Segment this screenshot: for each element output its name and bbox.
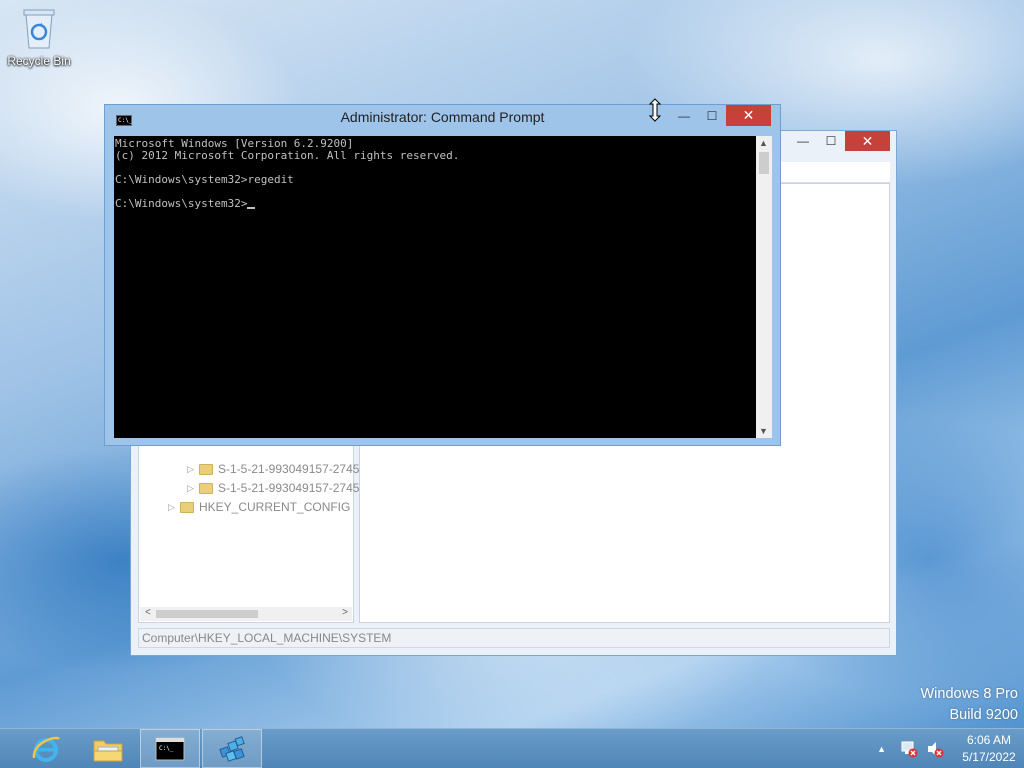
system-tray: ▲ 6:06 AM 5/17/2022 (877, 729, 1024, 768)
expand-arrow-icon[interactable]: ▷ (187, 464, 199, 475)
folder-icon (93, 740, 123, 761)
taskbar-clock[interactable]: 6:06 AM 5/17/2022 (954, 732, 1024, 766)
console-line: C:\Windows\system32>regedit (115, 173, 294, 186)
command-prompt-icon: C:\_ (155, 737, 185, 760)
internet-explorer-icon (32, 736, 60, 762)
registry-editor-icon (219, 735, 245, 762)
taskbar: C:\_ ▲ 6:06 AM 5/17/2022 (0, 728, 1024, 768)
console-vertical-scrollbar[interactable]: ▲ ▼ (756, 136, 772, 438)
network-disconnected-icon[interactable] (900, 740, 918, 758)
tree-item[interactable]: ▷ S-1-5-21-993049157-2745 (187, 462, 359, 476)
watermark-edition: Windows 8 Pro (920, 686, 1018, 702)
tree-item-label: S-1-5-21-993049157-2745 (218, 481, 360, 495)
console-line: (c) 2012 Microsoft Corporation. All righ… (115, 149, 460, 162)
console-output[interactable]: Microsoft Windows [Version 6.2.9200] (c)… (114, 136, 756, 438)
regedit-close-button[interactable]: ✕ (845, 131, 890, 151)
recycle-bin-icon (22, 6, 56, 50)
resize-cursor-icon (648, 98, 662, 122)
watermark-build: Build 9200 (949, 707, 1018, 723)
tree-item[interactable]: ▷ S-1-5-21-993049157-2745 (187, 481, 359, 495)
show-hidden-icons-button[interactable]: ▲ (877, 744, 886, 754)
taskbar-registry-editor[interactable] (202, 729, 262, 768)
maximize-icon: ☐ (706, 108, 718, 123)
tree-item-label: HKEY_CURRENT_CONFIG (199, 500, 351, 514)
close-icon: ✕ (861, 132, 874, 149)
tree-item-label: S-1-5-21-993049157-2745 (218, 462, 360, 476)
maximize-icon: ☐ (825, 134, 837, 148)
command-prompt-window[interactable]: C:\_ Administrator: Command Prompt — ☐ ✕… (104, 104, 781, 446)
regedit-minimize-button[interactable]: — (789, 131, 817, 151)
expand-arrow-icon[interactable]: ▷ (187, 483, 199, 494)
clock-time: 6:06 AM (966, 732, 1012, 747)
taskbar-file-explorer[interactable] (78, 729, 138, 768)
close-icon: ✕ (742, 107, 755, 123)
close-button[interactable]: ✕ (726, 105, 771, 126)
minimize-button[interactable]: — (670, 105, 698, 126)
recycle-bin-label: Recycle Bin (7, 54, 71, 68)
windows-watermark: Windows 8 Pro Build 9200 (920, 684, 1018, 726)
scroll-right-icon[interactable]: > (342, 607, 348, 618)
expand-arrow-icon[interactable]: ▷ (168, 502, 180, 513)
scroll-left-icon[interactable]: < (145, 607, 151, 618)
taskbar-command-prompt[interactable]: C:\_ (140, 729, 200, 768)
taskbar-internet-explorer[interactable] (16, 729, 76, 768)
scroll-up-icon[interactable]: ▲ (759, 138, 768, 148)
minimize-icon: — (797, 134, 809, 148)
tree-horizontal-scrollbar[interactable]: < > (140, 607, 352, 621)
folder-icon (199, 482, 213, 494)
volume-muted-icon[interactable] (926, 740, 944, 758)
svg-text:C:\_: C:\_ (159, 745, 174, 752)
minimize-icon: — (678, 108, 690, 123)
maximize-button[interactable]: ☐ (698, 105, 726, 126)
folder-icon (180, 501, 194, 513)
scrollbar-thumb[interactable] (156, 610, 258, 618)
regedit-status-bar: Computer\HKEY_LOCAL_MACHINE\SYSTEM (138, 628, 890, 648)
regedit-maximize-button[interactable]: ☐ (817, 131, 845, 151)
scrollbar-thumb[interactable] (759, 152, 769, 174)
text-cursor (247, 207, 256, 209)
tree-item[interactable]: ▷ HKEY_CURRENT_CONFIG (168, 500, 350, 514)
folder-icon (199, 463, 213, 475)
recycle-bin-shortcut[interactable]: Recycle Bin (4, 6, 74, 68)
scroll-down-icon[interactable]: ▼ (759, 426, 768, 436)
console-prompt-line: C:\Windows\system32> (115, 197, 248, 210)
clock-date: 5/17/2022 (962, 749, 1016, 764)
